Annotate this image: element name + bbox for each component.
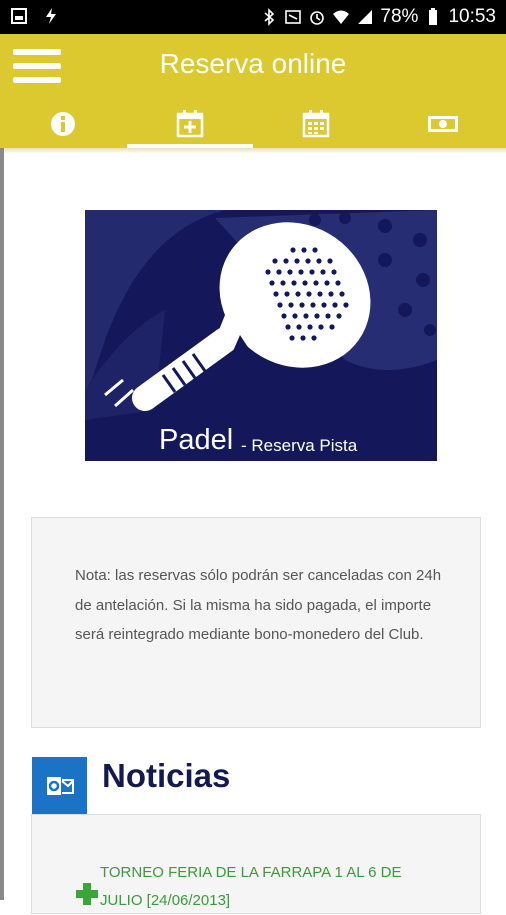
note-text: Nota: las reservas sólo podrán ser cance…	[75, 561, 445, 650]
page-title: Reserva online	[0, 48, 506, 80]
tab-info[interactable]	[0, 100, 127, 148]
outlook-icon	[32, 757, 87, 814]
tab-payment[interactable]	[380, 100, 506, 148]
flash-notification-icon	[42, 7, 60, 25]
calendar-add-icon	[175, 109, 205, 139]
header-shadow	[0, 148, 506, 154]
battery-percent: 78%	[380, 6, 418, 28]
padel-racket-illustration	[85, 210, 437, 461]
status-bar: 78% 10:53	[0, 0, 506, 34]
tab-bar	[0, 100, 506, 148]
banner-subtitle: - Reserva Pista	[241, 436, 357, 456]
tab-new-booking[interactable]	[127, 100, 254, 148]
app-header: Reserva online	[0, 34, 506, 148]
tab-calendar[interactable]	[253, 100, 380, 148]
signal-icon	[356, 8, 374, 26]
info-icon	[48, 109, 78, 139]
nfc-icon	[284, 8, 302, 26]
money-icon	[426, 109, 460, 139]
gallery-notification-icon	[10, 7, 28, 25]
plus-icon[interactable]	[76, 883, 98, 905]
alarm-icon	[308, 8, 326, 26]
battery-icon	[424, 8, 442, 26]
calendar-icon	[301, 109, 331, 139]
wifi-icon	[332, 8, 350, 26]
news-title: Noticias	[102, 757, 230, 795]
news-card: TORNEO FERIA DE LA FARRAPA 1 AL 6 DE JUL…	[31, 814, 481, 914]
scroll-edge	[0, 148, 4, 900]
bluetooth-icon	[260, 8, 278, 26]
news-item-link[interactable]: TORNEO FERIA DE LA FARRAPA 1 AL 6 DE JUL…	[100, 859, 440, 915]
padel-banner: Padel - Reserva Pista	[85, 210, 437, 461]
clock: 10:53	[448, 6, 496, 28]
banner-title: Padel	[159, 424, 233, 457]
cancellation-note: Nota: las reservas sólo podrán ser cance…	[31, 517, 481, 728]
